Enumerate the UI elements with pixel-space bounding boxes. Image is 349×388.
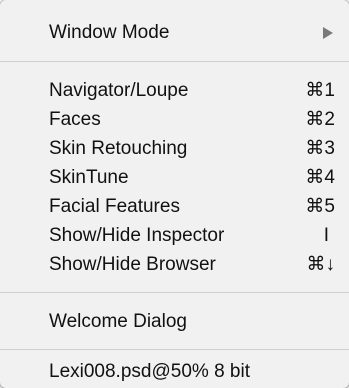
menu-item-shortcut: ⌘5 xyxy=(305,196,335,217)
menu-item-shortcut: I xyxy=(323,225,329,246)
menu-item-skintune[interactable]: SkinTune ⌘4 xyxy=(0,163,349,193)
menu-item-label: Show/Hide Browser xyxy=(49,254,216,275)
menu-item-label: Facial Features xyxy=(49,196,180,217)
menu-item-label: Skin Retouching xyxy=(49,138,188,159)
submenu-arrow-icon xyxy=(323,27,333,39)
menu-item-faces[interactable]: Faces ⌘2 xyxy=(0,105,349,135)
menu-item-shortcut: ⌘1 xyxy=(305,80,335,101)
context-menu: Window Mode Navigator/Loupe ⌘1 Faces ⌘2 … xyxy=(0,0,349,388)
menu-item-label: Faces xyxy=(49,109,101,130)
menu-item-shortcut: ⌘4 xyxy=(305,167,335,188)
menu-separator xyxy=(0,61,349,62)
menu-item-label: Welcome Dialog xyxy=(49,311,187,332)
menu-item-shortcut: ⌘↓ xyxy=(306,254,336,275)
menu-item-show-hide-inspector[interactable]: Show/Hide Inspector I xyxy=(0,221,349,251)
menu-item-label: Lexi008.psd@50% 8 bit xyxy=(49,361,250,382)
menu-item-welcome-dialog[interactable]: Welcome Dialog xyxy=(0,307,349,337)
menu-item-document[interactable]: Lexi008.psd@50% 8 bit xyxy=(0,357,349,387)
menu-item-label: SkinTune xyxy=(49,167,129,188)
menu-separator xyxy=(0,349,349,350)
menu-item-label: Navigator/Loupe xyxy=(49,80,189,101)
menu-item-show-hide-browser[interactable]: Show/Hide Browser ⌘↓ xyxy=(0,250,349,280)
menu-item-window-mode[interactable]: Window Mode xyxy=(0,18,349,48)
menu-item-label: Show/Hide Inspector xyxy=(49,225,225,246)
menu-item-shortcut: ⌘3 xyxy=(305,138,335,159)
menu-separator xyxy=(0,292,349,293)
menu-item-skin-retouching[interactable]: Skin Retouching ⌘3 xyxy=(0,134,349,164)
menu-item-shortcut: ⌘2 xyxy=(305,109,335,130)
menu-item-navigator-loupe[interactable]: Navigator/Loupe ⌘1 xyxy=(0,76,349,106)
menu-item-facial-features[interactable]: Facial Features ⌘5 xyxy=(0,192,349,222)
menu-item-label: Window Mode xyxy=(49,22,170,43)
